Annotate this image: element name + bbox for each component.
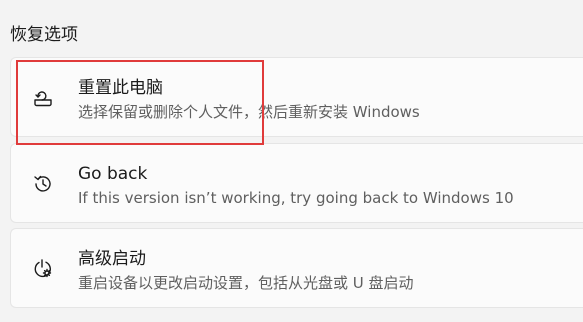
advanced-startup-icon	[31, 257, 55, 281]
option-title: 重置此电脑	[78, 78, 163, 98]
option-title: 高级启动	[78, 249, 146, 269]
section-title: 恢复选项	[10, 25, 78, 45]
reset-pc-icon	[31, 86, 55, 110]
option-description: If this version isn’t working, try going…	[78, 189, 514, 207]
recovery-page: 恢复选项 重置此电脑 选择保留或删除个人文件，然后重新安装 Windows Go…	[0, 0, 583, 322]
reset-pc-option[interactable]: 重置此电脑 选择保留或删除个人文件，然后重新安装 Windows	[10, 57, 583, 137]
option-title: Go back	[78, 164, 148, 184]
option-description: 选择保留或删除个人文件，然后重新安装 Windows	[78, 103, 420, 121]
advanced-startup-option[interactable]: 高级启动 重启设备以更改启动设置，包括从光盘或 U 盘启动	[10, 228, 583, 308]
history-icon	[31, 172, 55, 196]
option-description: 重启设备以更改启动设置，包括从光盘或 U 盘启动	[78, 274, 414, 292]
go-back-option[interactable]: Go back If this version isn’t working, t…	[10, 143, 583, 223]
